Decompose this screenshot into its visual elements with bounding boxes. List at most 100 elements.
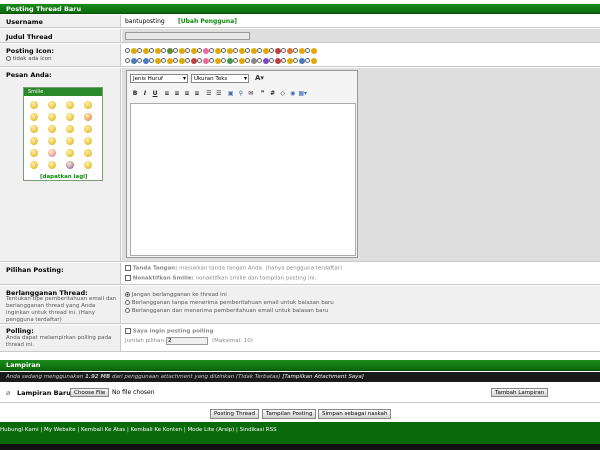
smilie-icon[interactable] [30,149,38,157]
post-icon-option-cheese[interactable] [281,57,293,64]
quote-icon[interactable]: ❞ [258,89,268,98]
post-icon-option-cool[interactable] [173,47,185,54]
post-icon-option-star[interactable] [233,47,245,54]
post-icon-option-sun[interactable] [245,47,257,54]
post-icon-option-eek[interactable] [305,47,317,54]
post-icon-option-exclaim[interactable] [269,57,281,64]
post-icon-option-question[interactable] [137,57,149,64]
post-icon-option-grin[interactable] [149,47,161,54]
post-thread-button[interactable]: Posting Thread [210,409,259,419]
text-color-icon[interactable]: A▾ [255,74,264,82]
size-select[interactable]: Ukuran Teks [191,74,249,83]
font-select[interactable]: Jenis Huruf [130,74,188,83]
no-icon-radio[interactable] [6,56,11,61]
subscribe-noemail-radio[interactable] [125,300,130,305]
post-icon-option-angry[interactable] [185,57,197,64]
smilie-icon[interactable] [66,113,74,121]
smilie-icon[interactable] [48,113,56,121]
smilie-icon[interactable] [66,101,74,109]
smilie-icon[interactable] [84,161,92,169]
footer-link[interactable]: Hubungi Kami [0,427,39,433]
disable-smilies-checkbox[interactable] [125,275,131,281]
subscribe-none-radio[interactable] [125,292,130,297]
post-icon-option-flower[interactable] [257,57,269,64]
bold-icon[interactable]: B [130,89,140,98]
footer-link[interactable]: Kembali Ke Atas [81,427,125,433]
smilie-icon[interactable] [30,125,38,133]
smilie-icon[interactable] [84,149,92,157]
email-icon[interactable]: ✉ [246,89,256,98]
smilie-icon[interactable] [84,101,92,109]
smilie-icon[interactable] [66,125,74,133]
smilie-icon[interactable] [66,161,74,169]
post-icon-option-frown[interactable] [209,47,221,54]
post-icon-option-smile[interactable] [125,47,137,54]
title-input[interactable] [125,32,250,40]
smilie-icon[interactable] [30,113,38,121]
smilie-icon[interactable] [30,101,38,109]
smilie-icon[interactable] [66,149,74,157]
post-icon-option-confused[interactable] [257,47,269,54]
post-icon-option-arrow[interactable] [293,57,305,64]
subscribe-email-radio[interactable] [125,308,130,313]
post-icon-option-note[interactable] [161,47,173,54]
smilie-icon[interactable] [84,137,92,145]
align-left-icon[interactable]: ≡ [162,89,172,98]
post-icon-option-blush[interactable] [197,57,209,64]
add-attachment-button[interactable]: Tambah Lampiran [491,388,549,397]
show-attachments-link[interactable]: [Tampilkan Attachment Saya] [282,374,364,380]
underline-icon[interactable]: U [150,89,160,98]
post-icon-option-idea[interactable] [161,57,173,64]
table-icon[interactable]: ▦▾ [298,89,308,98]
italic-icon[interactable]: I [140,89,150,98]
align-center-icon[interactable]: ≡ [172,89,182,98]
bullet-list-icon[interactable]: ☰ [214,89,224,98]
post-icon-option-heart[interactable] [197,47,209,54]
image-icon[interactable]: ▣ [226,89,236,98]
code-icon[interactable]: # [268,89,278,98]
post-icon-option-redface[interactable] [293,47,305,54]
footer-link[interactable]: My Website [44,427,76,433]
post-icon-option-sun2[interactable] [233,57,245,64]
justify-icon[interactable]: ≡ [192,89,202,98]
post-icon-option-ok[interactable] [149,57,161,64]
align-right-icon[interactable]: ≡ [182,89,192,98]
change-user-link[interactable]: [Ubah Pengguna] [178,18,237,25]
smilie-icon[interactable] [48,161,56,169]
smilie-icon[interactable] [48,149,56,157]
smilie-icon[interactable] [84,113,92,121]
poll-count-input[interactable]: 2 [166,337,208,345]
footer-link[interactable]: Kembali Ke Konten [131,427,182,433]
choose-file-button[interactable]: Choose File [70,388,110,397]
smilie-icon[interactable] [66,137,74,145]
smilie-icon[interactable] [30,161,38,169]
post-icon-option-roll[interactable] [209,57,221,64]
post-icon-option-sad[interactable] [173,57,185,64]
smilie-icon[interactable] [30,137,38,145]
post-icon-option-surprise[interactable] [185,47,197,54]
html-icon[interactable]: ◇ [278,89,288,98]
footer-link[interactable]: Sindikasi RSS [240,427,277,433]
php-icon[interactable]: ◉ [288,89,298,98]
post-icon-option-mad[interactable] [269,47,281,54]
save-draft-button[interactable]: Simpan sebagai naskah [318,409,392,419]
post-icon-option-tongue[interactable] [305,57,317,64]
get-more-smilies-link[interactable]: [dapatkan lagi] [40,174,88,180]
signature-checkbox[interactable] [125,265,131,271]
polling-checkbox[interactable] [125,328,131,334]
smilie-icon[interactable] [84,125,92,133]
ordered-list-icon[interactable]: ☰ [204,89,214,98]
post-icon-option-lol[interactable] [137,47,149,54]
post-icon-option-cross[interactable] [221,57,233,64]
footer-link[interactable]: Mode Lite (Arsip) [187,427,234,433]
link-icon[interactable]: ⚲ [236,89,246,98]
post-icon-option-thumbs[interactable] [125,57,137,64]
smilie-icon[interactable] [48,125,56,133]
message-textarea[interactable] [130,103,356,256]
post-icon-option-rainbow[interactable] [281,47,293,54]
post-icon-option-pin[interactable] [245,57,257,64]
smilie-icon[interactable] [48,101,56,109]
smilie-icon[interactable] [48,137,56,145]
preview-button[interactable]: Tampilan Posting [262,409,317,419]
post-icon-option-wink[interactable] [221,47,233,54]
